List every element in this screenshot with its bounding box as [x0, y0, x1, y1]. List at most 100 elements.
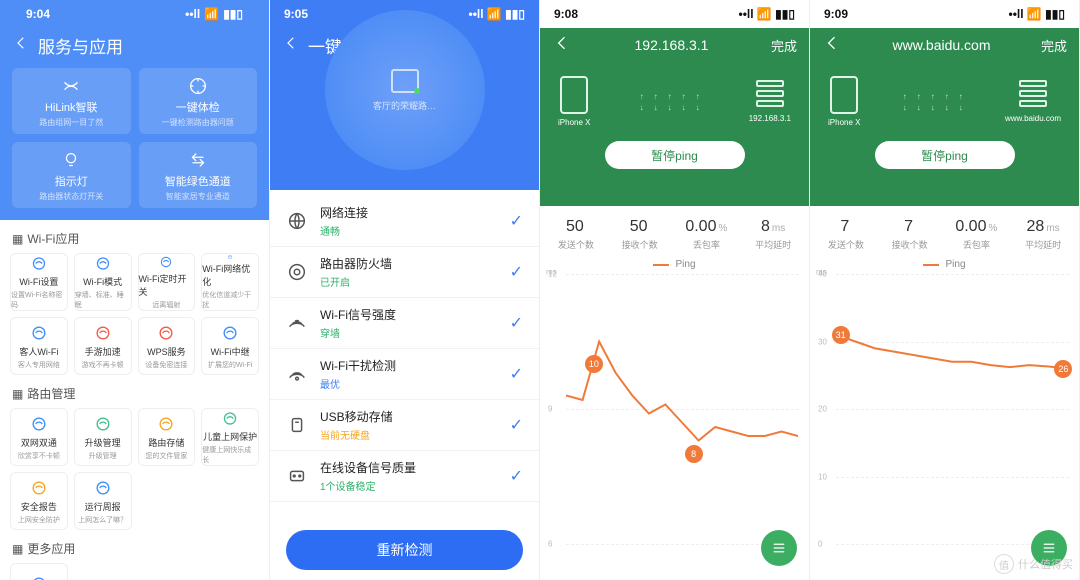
check-row: 路由器防火墙 已开启 ✓ — [270, 247, 539, 298]
data-point: 31 — [832, 326, 850, 344]
recheck-button[interactable]: 重新检测 — [286, 530, 523, 570]
check-tick-icon: ✓ — [510, 466, 523, 486]
radar-graphic: 客厅的荣耀路… — [325, 10, 485, 170]
ping-chart: 6912ms108 — [540, 270, 809, 550]
router-mgmt-grid: 双网双通欣赏享不卡顿升级管理升级管理路由存储您的文件管家儿童上网保护健康上网快乐… — [0, 408, 269, 530]
back-icon[interactable] — [822, 33, 842, 58]
app-item[interactable]: Wi-Fi网络优化优化信道减少干扰 — [201, 253, 259, 311]
done-button[interactable]: 完成 — [1041, 36, 1067, 55]
status-bar: 9:04 ••ll📶▮▮▯ — [12, 0, 257, 28]
app-item[interactable]: Wi-Fi定时开关远离辐射 — [138, 253, 196, 311]
check-icon — [286, 210, 308, 232]
app-item[interactable]: Wi-Fi设置设置Wi-Fi名称密码 — [10, 253, 68, 311]
ping-dots: ↑↓ ↑↓ ↑↓ ↑↓ ↑↓ — [590, 92, 748, 112]
stat: 8ms平均延时 — [755, 218, 791, 251]
status-time: 9:05 — [284, 7, 308, 21]
app-item[interactable]: 双网双通欣赏享不卡顿 — [10, 408, 68, 466]
tile-hilink[interactable]: HiLink智联 路由组网一目了然 — [12, 68, 131, 134]
stat: 0.00%丢包率 — [955, 218, 997, 251]
stat: 7接收个数 — [892, 218, 928, 251]
check-tick-icon: ✓ — [510, 364, 523, 384]
check-icon — [286, 465, 308, 487]
stat: 50发送个数 — [558, 218, 594, 251]
page-title: 服务与应用 — [38, 33, 123, 58]
screen-ping-local: 9:08 ••ll 📶 ▮▮▯ 192.168.3.1 完成 iPhone X … — [540, 0, 810, 580]
stat: 50接收个数 — [622, 218, 658, 251]
back-icon[interactable] — [282, 34, 300, 57]
ping-target: www.baidu.com — [892, 37, 990, 53]
app-item[interactable]: 应用市场 — [10, 563, 68, 580]
data-point: 10 — [585, 355, 603, 373]
check-row: Wi-Fi干扰检测 最优 ✓ — [270, 349, 539, 400]
app-item[interactable]: 安全报告上网安全防护 — [10, 472, 68, 530]
app-item[interactable]: Wi-Fi模式穿墙、标准、睡眠 — [74, 253, 132, 311]
app-item[interactable]: 手游加速游戏不再卡顿 — [74, 317, 132, 375]
chart-legend: Ping — [540, 259, 809, 270]
app-item[interactable]: Wi-Fi中继扩展您的Wi-Fi — [201, 317, 259, 375]
ping-chart: 010203040ms3126 — [810, 270, 1079, 550]
screen-ping-baidu: 9:09 ••ll 📶 ▮▮▯ www.baidu.com 完成 iPhone … — [810, 0, 1080, 580]
check-tick-icon: ✓ — [510, 313, 523, 333]
wifi-apps-grid: Wi-Fi设置设置Wi-Fi名称密码Wi-Fi模式穿墙、标准、睡眠Wi-Fi定时… — [0, 253, 269, 375]
check-row: Wi-Fi信号强度 穿墙 ✓ — [270, 298, 539, 349]
app-item[interactable]: 运行周报上网怎么了嘛？ — [74, 472, 132, 530]
tile-checkup[interactable]: 一键体检 一键检测路由器问题 — [139, 68, 258, 134]
check-icon — [286, 414, 308, 436]
section-more-title: ▦ 更多应用 — [0, 530, 269, 563]
check-tick-icon: ✓ — [510, 262, 523, 282]
status-time: 9:09 — [824, 7, 848, 21]
status-bar: 9:08 ••ll 📶 ▮▮▯ — [540, 0, 809, 28]
status-time: 9:04 — [26, 7, 50, 21]
app-item[interactable]: 儿童上网保护健康上网快乐成长 — [201, 408, 259, 466]
fab-button[interactable] — [761, 530, 797, 566]
device-col: iPhone X — [558, 76, 590, 127]
server-icon — [1019, 80, 1047, 110]
done-button[interactable]: 完成 — [771, 36, 797, 55]
screen-checkup: 9:05 ••ll 📶 ▮▮▯ 一键体检 客厅的荣耀路… 网络连接 通畅 ✓ 路… — [270, 0, 540, 580]
stat: 0.00%丢包率 — [685, 218, 727, 251]
phone-icon — [560, 76, 588, 114]
router-icon — [391, 69, 419, 93]
chart-legend: Ping — [810, 259, 1079, 270]
back-icon[interactable] — [552, 33, 572, 58]
server-icon — [756, 80, 784, 110]
radar-text: 客厅的荣耀路… — [373, 99, 436, 112]
check-row: 在线设备信号质量 1个设备稳定 ✓ — [270, 451, 539, 502]
data-point: 8 — [685, 445, 703, 463]
more-apps-grid: 应用市场 — [0, 563, 269, 580]
grid-icon: ▦ — [12, 232, 23, 246]
section-router-title: ▦ 路由管理 — [0, 375, 269, 408]
pause-ping-button[interactable]: 暂停ping — [875, 141, 1015, 169]
grid-icon: ▦ — [12, 542, 23, 556]
check-icon — [286, 363, 308, 385]
tile-green-channel[interactable]: 智能绿色通道 智能家居专业通道 — [139, 142, 258, 208]
app-item[interactable]: WPS服务设备免密连接 — [138, 317, 196, 375]
pause-ping-button[interactable]: 暂停ping — [605, 141, 745, 169]
status-indicators: ••ll📶▮▮▯ — [185, 7, 243, 21]
fab-button[interactable] — [1031, 530, 1067, 566]
stat: 7发送个数 — [828, 218, 864, 251]
phone-icon — [830, 76, 858, 114]
ping-stats: 50发送个数 50接收个数 0.00%丢包率 8ms平均延时 — [540, 206, 809, 255]
app-item[interactable]: 升级管理升级管理 — [74, 408, 132, 466]
ping-target: 192.168.3.1 — [635, 37, 709, 53]
stat: 28ms平均延时 — [1025, 218, 1061, 251]
check-icon — [286, 261, 308, 283]
grid-icon: ▦ — [12, 387, 23, 401]
check-icon — [286, 312, 308, 334]
check-row: USB移动存储 当前无硬盘 ✓ — [270, 400, 539, 451]
check-list: 网络连接 通畅 ✓ 路由器防火墙 已开启 ✓ Wi-Fi信号强度 穿墙 ✓ Wi… — [270, 190, 539, 508]
server-col: 192.168.3.1 — [749, 80, 791, 123]
back-icon[interactable] — [12, 34, 30, 57]
app-item[interactable]: 路由存储您的文件管家 — [138, 408, 196, 466]
check-tick-icon: ✓ — [510, 415, 523, 435]
status-bar: 9:09 ••ll 📶 ▮▮▯ — [810, 0, 1079, 28]
status-time: 9:08 — [554, 7, 578, 21]
tile-led[interactable]: 指示灯 路由器状态灯开关 — [12, 142, 131, 208]
screen-services: 9:04 ••ll📶▮▮▯ 服务与应用 HiLink智联 路由组网一目了然 一键… — [0, 0, 270, 580]
check-tick-icon: ✓ — [510, 211, 523, 231]
app-item[interactable]: 客人Wi-Fi客人专用网络 — [10, 317, 68, 375]
section-wifi-title: ▦ Wi-Fi应用 — [0, 220, 269, 253]
data-point: 26 — [1054, 360, 1072, 378]
check-row: 网络连接 通畅 ✓ — [270, 196, 539, 247]
